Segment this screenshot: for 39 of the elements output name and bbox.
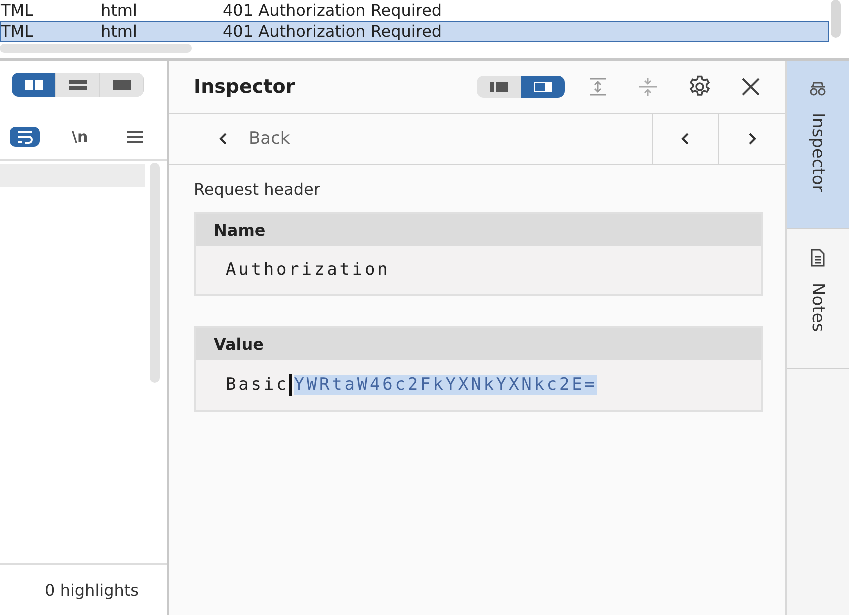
vertical-scrollbar[interactable] (150, 163, 160, 383)
section-heading: Request header (194, 180, 322, 199)
layout-option[interactable] (12, 73, 56, 97)
vertical-scrollbar[interactable] (831, 0, 841, 38)
field-label: Name (196, 214, 761, 246)
expand-icon[interactable] (587, 76, 609, 98)
layout-option[interactable] (521, 76, 565, 98)
horizontal-scrollbar[interactable] (0, 44, 192, 53)
table-row[interactable]: TML html 401 Authorization Required (0, 0, 829, 21)
field-label: Value (196, 328, 761, 360)
stacked-layout-icon (68, 80, 86, 90)
chevron-left-icon (680, 132, 690, 146)
single-layout-icon (112, 80, 130, 90)
left-sidebar-icon (490, 82, 508, 92)
menu-icon (126, 130, 144, 144)
back-button[interactable]: Back (169, 114, 653, 164)
wrap-toggle[interactable] (10, 127, 40, 147)
chevron-left-icon (219, 132, 229, 146)
panel-title: Inspector (194, 76, 296, 98)
field-value[interactable]: Authorization (196, 246, 761, 294)
table-cell-text: TML (1, 22, 34, 41)
table-cell-text: html (101, 22, 138, 41)
table-cell: 401 Authorization Required (223, 1, 442, 20)
table-cell-text: html (101, 1, 138, 20)
chevron-right-icon (747, 132, 757, 146)
wrap-icon (16, 130, 34, 144)
table-cell: 401 Authorization Required (223, 22, 442, 41)
close-icon[interactable] (741, 77, 761, 97)
layout-option[interactable] (477, 76, 521, 98)
glasses-icon (808, 81, 828, 97)
highlights-count: 0 highlights (44, 580, 140, 602)
table-row[interactable]: TML html 401 Authorization Required (0, 21, 829, 42)
split-layout-icon (24, 80, 42, 90)
right-sidebar-icon (534, 82, 552, 92)
newline-toggle[interactable]: \n (66, 125, 94, 149)
table-cell-text: TML (1, 1, 34, 20)
document-icon (810, 249, 826, 268)
field-value[interactable]: Basic YWRtaW46c2FkYXNkYXNkc2E= (196, 360, 761, 410)
side-tab[interactable]: Inspector (787, 61, 849, 230)
